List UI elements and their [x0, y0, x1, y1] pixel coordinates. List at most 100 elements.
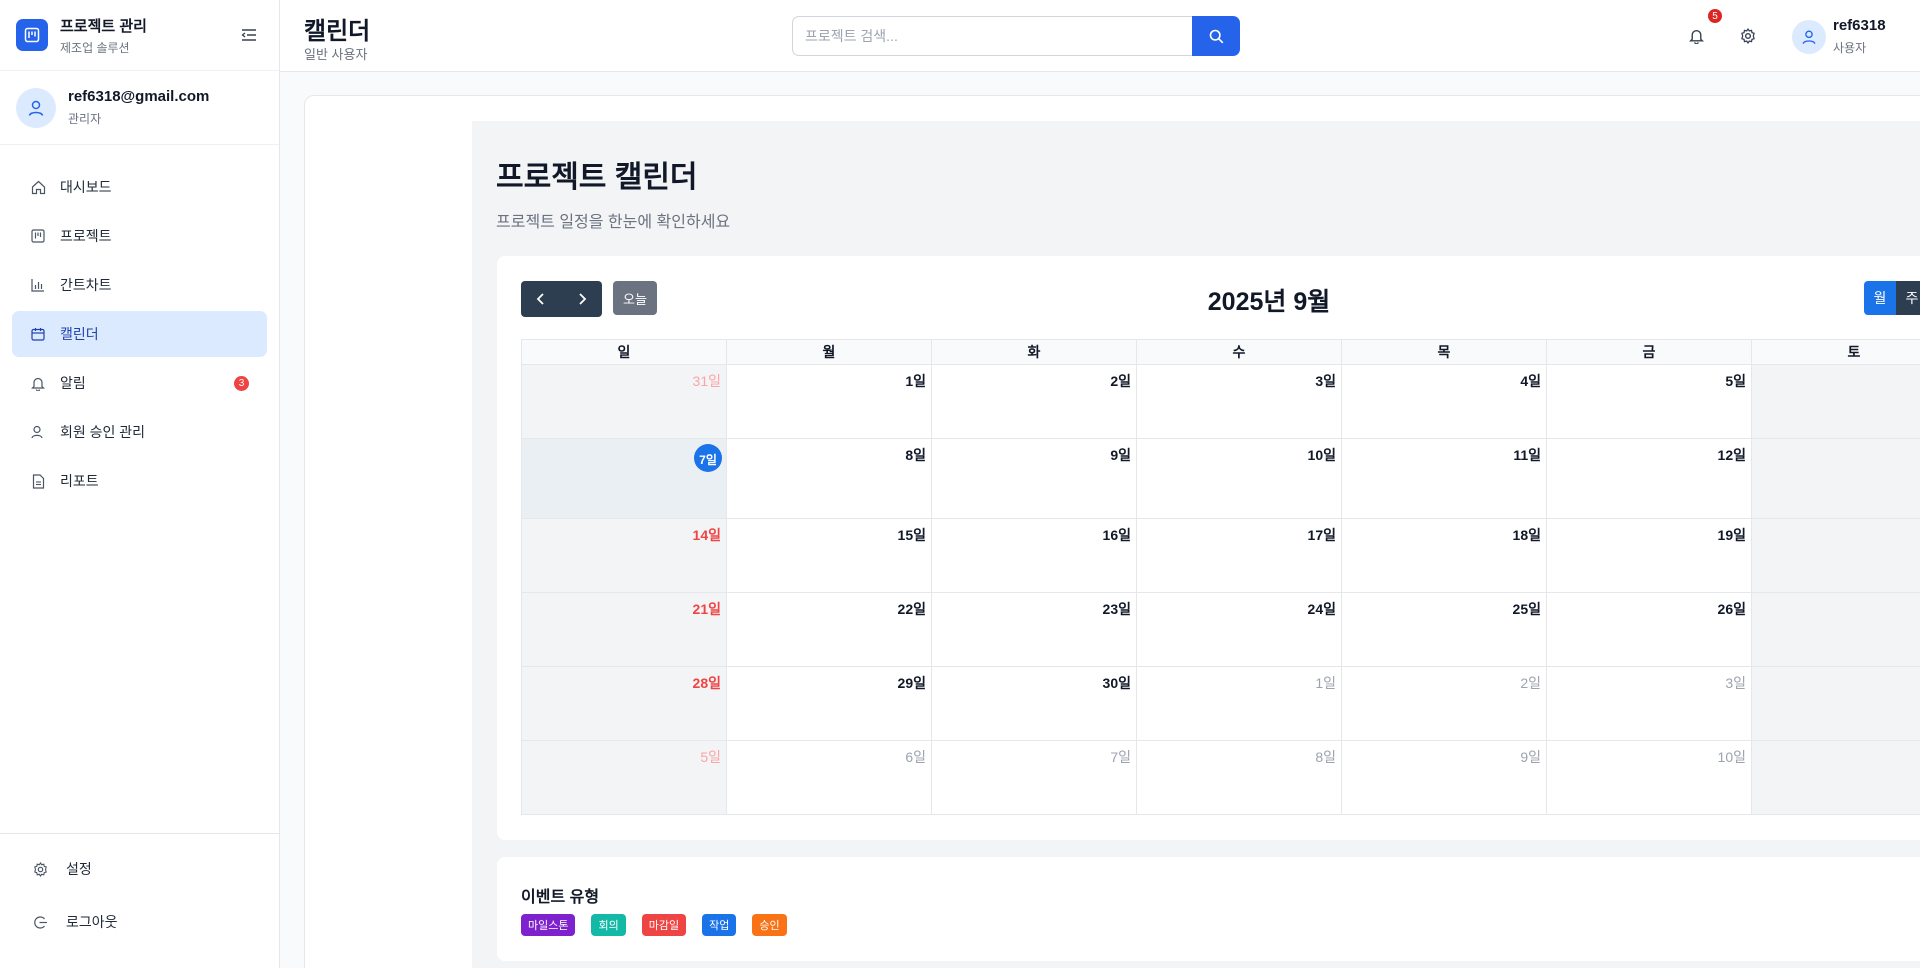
day-cell[interactable]: 23일 [932, 593, 1137, 667]
day-cell[interactable]: 22일 [727, 593, 932, 667]
day-cell[interactable]: 1일 [727, 365, 932, 439]
header-title: 캘린더 [304, 18, 371, 45]
file-icon [30, 473, 46, 489]
weekday-label: 토 [1752, 340, 1920, 365]
logout-icon [32, 914, 48, 930]
settings-button[interactable] [1734, 22, 1762, 50]
day-cell[interactable]: 8일 [727, 439, 932, 519]
day-cell[interactable]: 6일 [727, 741, 932, 815]
day-cell[interactable]: 3일 [1137, 365, 1342, 439]
day-cell[interactable]: 26일 [1547, 593, 1752, 667]
day-cell[interactable]: 30일 [932, 667, 1137, 741]
day-cell[interactable]: 16일 [932, 519, 1137, 593]
day-cell[interactable]: 5일 [1547, 365, 1752, 439]
home-icon [30, 179, 46, 195]
month-label: 2025년 9월 [1207, 288, 1331, 316]
day-cell[interactable]: 9일 [932, 439, 1137, 519]
day-cell[interactable] [1752, 439, 1920, 519]
sidebar-item-dashboard[interactable]: 대시보드 [12, 164, 267, 210]
day-cell[interactable]: 21일 [522, 593, 727, 667]
sidebar-profile: ref6318@gmail.com 관리자 [0, 71, 279, 145]
day-cell[interactable]: 5일 [522, 741, 727, 815]
sidebar-item-settings[interactable]: 설정 [12, 844, 267, 894]
day-cell[interactable]: 11일 [1342, 439, 1547, 519]
sidebar-item-label: 알림 [60, 375, 86, 391]
day-cell[interactable]: 1일 [1137, 667, 1342, 741]
calendar-icon [30, 326, 46, 342]
day-cell[interactable]: 29일 [727, 667, 932, 741]
brand-subtitle: 제조업 솔루션 [60, 40, 130, 55]
weekday-label: 월 [727, 340, 932, 365]
day-cell[interactable]: 8일 [1137, 741, 1342, 815]
sidebar-item-reports[interactable]: 리포트 [12, 458, 267, 504]
notification-count-badge: 5 [1708, 9, 1722, 23]
day-cell-today[interactable]: 7일 [522, 439, 727, 519]
day-cell[interactable]: 18일 [1342, 519, 1547, 593]
sidebar-item-label: 설정 [66, 861, 92, 877]
tag-approval: 승인 [752, 914, 787, 936]
brand-title: 프로젝트 관리 [60, 17, 147, 35]
day-cell[interactable]: 12일 [1547, 439, 1752, 519]
day-cell[interactable]: 3일 [1547, 667, 1752, 741]
sidebar-item-label: 회원 승인 관리 [60, 424, 146, 440]
day-cell[interactable]: 24일 [1137, 593, 1342, 667]
page-subtitle: 프로젝트 일정을 한눈에 확인하세요 [496, 214, 731, 231]
tag-meeting: 회의 [591, 914, 626, 936]
day-cell[interactable]: 2일 [1342, 667, 1547, 741]
search-button[interactable] [1192, 16, 1240, 56]
day-cell[interactable]: 28일 [522, 667, 727, 741]
sidebar-item-projects[interactable]: 프로젝트 [12, 213, 267, 259]
day-cell[interactable] [1752, 593, 1920, 667]
notifications-button[interactable] [1682, 22, 1710, 50]
day-cell[interactable]: 10일 [1547, 741, 1752, 815]
sidebar-collapse-icon[interactable] [235, 21, 263, 49]
profile-role: 관리자 [68, 112, 102, 126]
user-menu[interactable]: ref6318 사용자 [1792, 17, 1886, 56]
legend-tags: 마일스톤 회의 마감일 작업 승인 [521, 914, 803, 936]
profile-email: ref6318@gmail.com [68, 88, 210, 105]
day-cell[interactable]: 19일 [1547, 519, 1752, 593]
day-cell[interactable]: 2일 [932, 365, 1137, 439]
search-bar [792, 16, 1240, 56]
day-cell[interactable]: 4일 [1342, 365, 1547, 439]
day-cell[interactable]: 7일 [932, 741, 1137, 815]
weekday-label: 수 [1137, 340, 1342, 365]
day-cell[interactable] [1752, 741, 1920, 815]
tag-task: 작업 [702, 914, 737, 936]
day-cell[interactable] [1752, 667, 1920, 741]
day-cell[interactable]: 14일 [522, 519, 727, 593]
sidebar: 프로젝트 관리 제조업 솔루션 ref6318@gmail.com 관리자 대시… [0, 0, 280, 968]
day-cell[interactable] [1752, 519, 1920, 593]
calendar-week: 21일 22일 23일 24일 25일 26일 [522, 593, 1920, 667]
sidebar-item-member-approval[interactable]: 회원 승인 관리 [12, 409, 267, 455]
day-cell[interactable]: 15일 [727, 519, 932, 593]
header-subtitle: 일반 사용자 [304, 47, 368, 62]
sidebar-item-label: 리포트 [60, 473, 99, 489]
sidebar-item-logout[interactable]: 로그아웃 [12, 897, 267, 947]
sidebar-item-gantt[interactable]: 간트차트 [12, 262, 267, 308]
sidebar-item-label: 로그아웃 [66, 914, 118, 930]
weekday-header: 일 월 화 수 목 금 토 [522, 340, 1920, 365]
sidebar-item-label: 간트차트 [60, 277, 112, 293]
day-cell[interactable]: 17일 [1137, 519, 1342, 593]
day-cell[interactable]: 9일 [1342, 741, 1547, 815]
day-cell[interactable] [1752, 365, 1920, 439]
day-cell[interactable]: 31일 [522, 365, 727, 439]
weekday-label: 목 [1342, 340, 1547, 365]
sidebar-item-notifications[interactable]: 알림 3 [12, 360, 267, 406]
top-header: 캘린더 일반 사용자 5 ref6318 사용자 [280, 0, 1920, 72]
day-cell[interactable]: 10일 [1137, 439, 1342, 519]
sidebar-item-label: 캘린더 [60, 326, 99, 342]
search-icon [1209, 29, 1223, 43]
user-avatar [1792, 19, 1826, 54]
sidebar-nav: 대시보드 프로젝트 간트차트 캘린더 알림 3 회원 승인 관리 리포트 [0, 145, 279, 526]
calendar-grid: 일 월 화 수 목 금 토 31일 1일 2일 3일 4일 5일 7일 8일 9… [521, 339, 1920, 815]
month-view-button[interactable]: 월 [1864, 281, 1896, 315]
brand: 프로젝트 관리 제조업 솔루션 [0, 0, 279, 71]
week-view-button[interactable]: 주 [1896, 281, 1920, 315]
search-input[interactable] [792, 16, 1192, 56]
tag-deadline: 마감일 [641, 914, 687, 936]
app-logo-icon [16, 19, 48, 51]
sidebar-item-calendar[interactable]: 캘린더 [12, 311, 267, 357]
day-cell[interactable]: 25일 [1342, 593, 1547, 667]
